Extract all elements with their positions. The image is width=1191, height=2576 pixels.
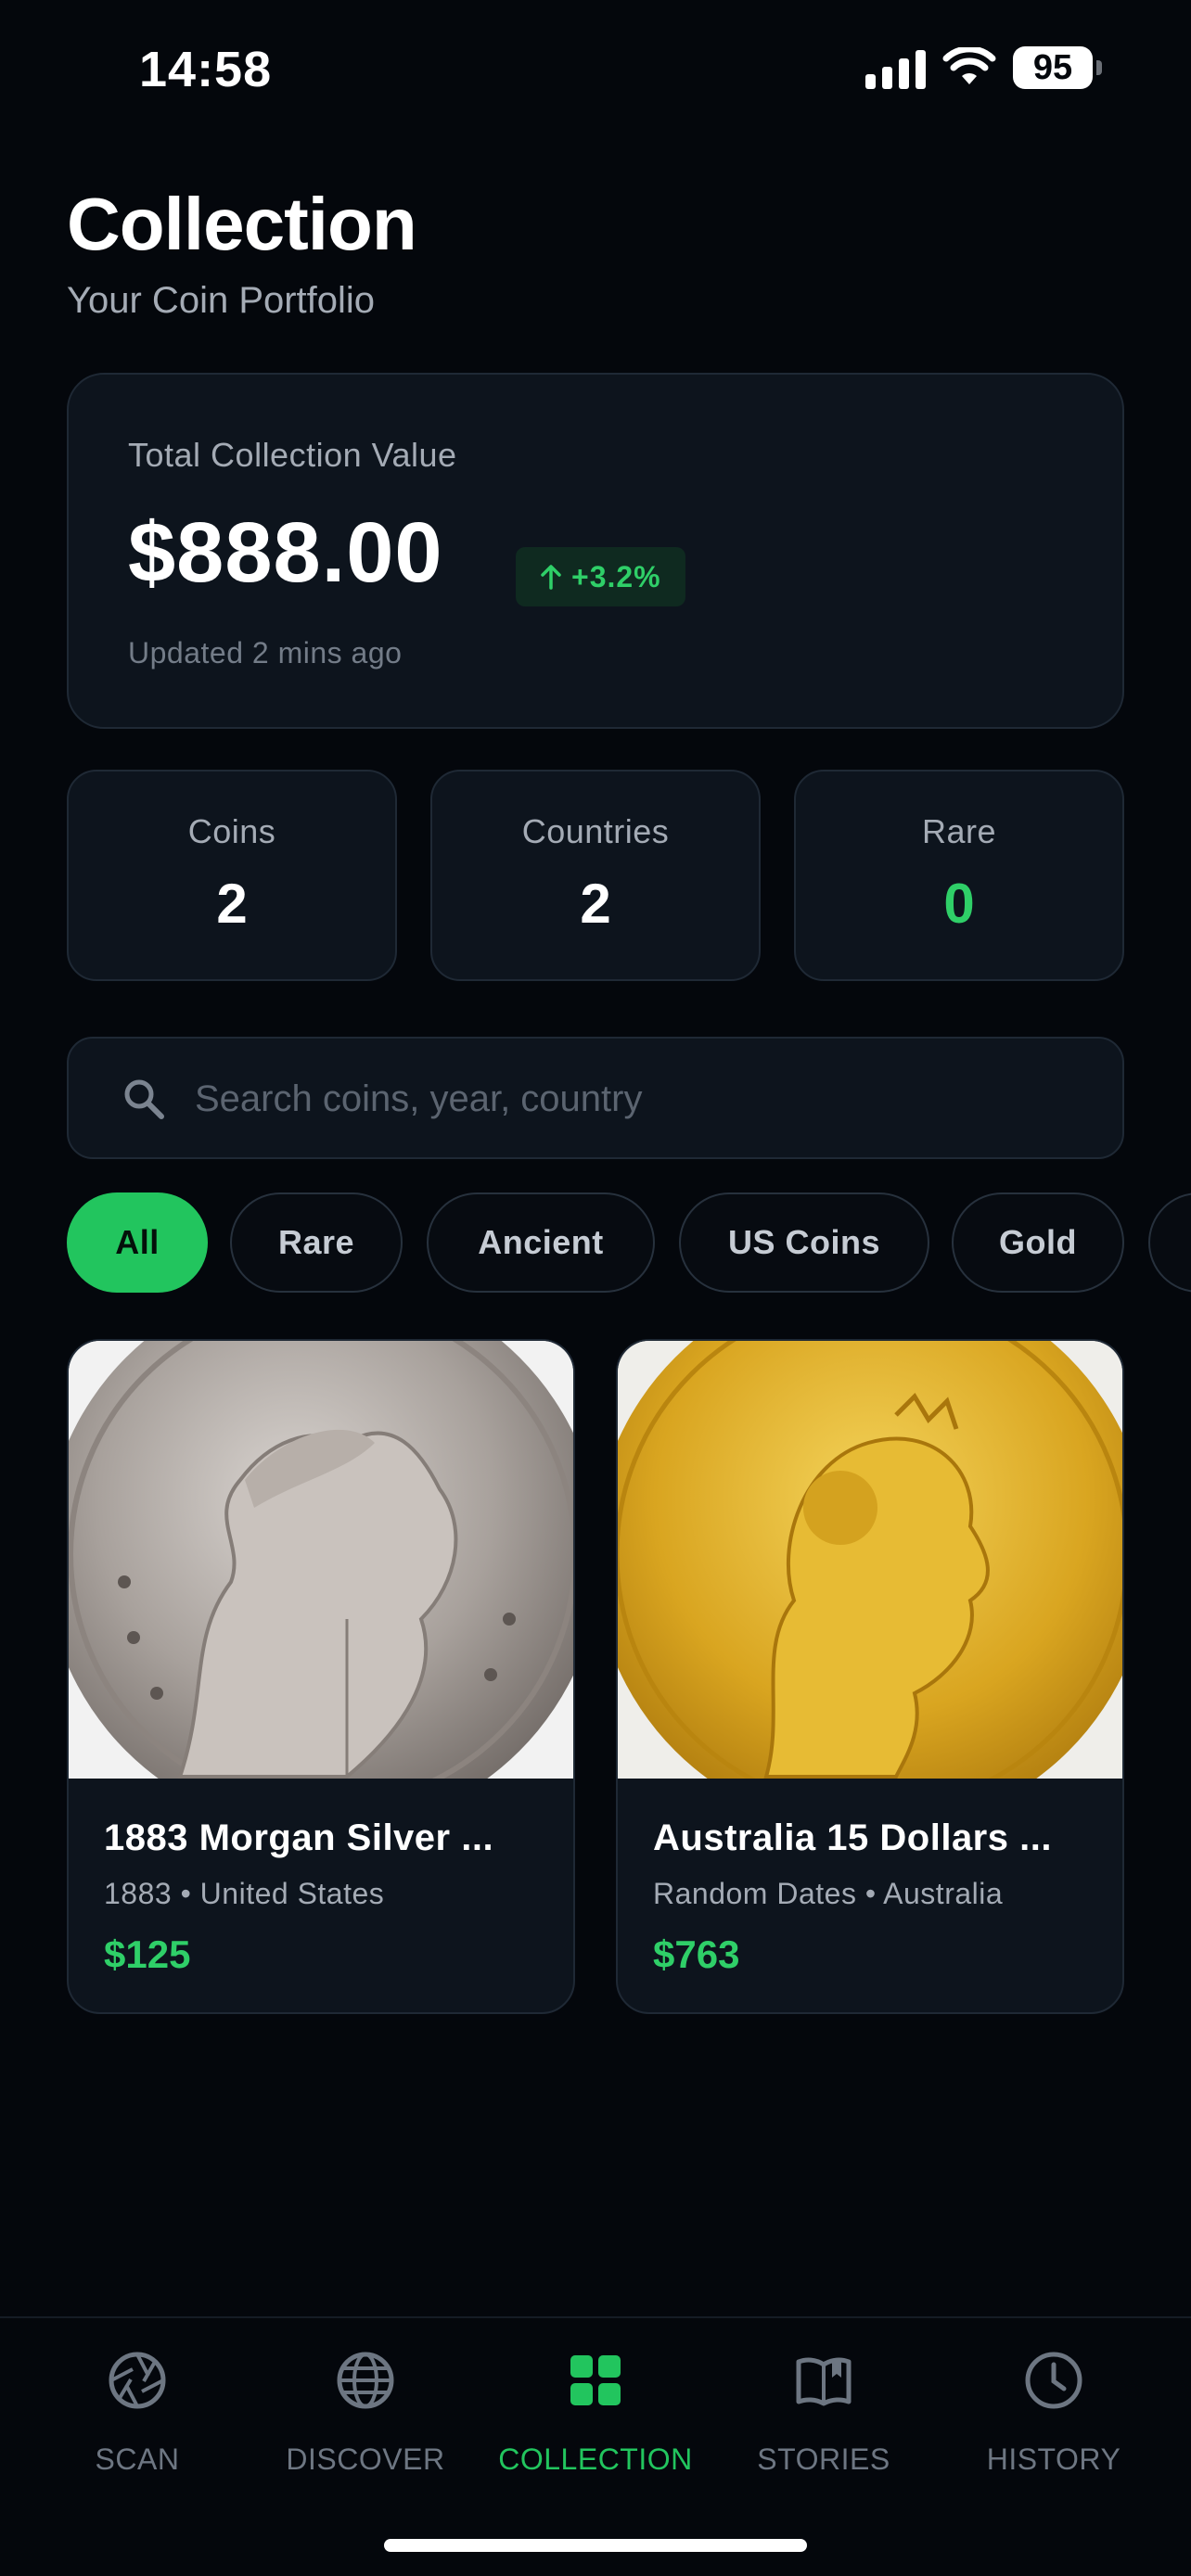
coin-card[interactable]: Australia 15 Dollars ... Random Dates • …: [616, 1339, 1124, 2014]
total-value-card: Total Collection Value $888.00 +3.2% Upd…: [67, 373, 1124, 729]
book-icon: [796, 2357, 852, 2406]
coin-meta: Random Dates • Australia: [653, 1877, 1004, 1910]
wifi-icon: [942, 47, 996, 84]
stat-value: 0: [943, 873, 975, 935]
camera-aperture-icon: [109, 2352, 166, 2409]
stat-value: 2: [216, 873, 248, 935]
search-icon: [124, 1079, 164, 1119]
stat-card-countries: Countries 2: [430, 770, 761, 981]
value-change-badge: +3.2%: [516, 547, 685, 606]
home-indicator[interactable]: [384, 2539, 807, 2552]
page-title: Collection: [67, 183, 417, 265]
status-bar: 14:58 95: [0, 0, 1191, 139]
coin-image-morgan-dollar: [69, 1341, 573, 1779]
coin-image-australia-gold: [618, 1341, 1122, 1779]
status-time: 14:58: [139, 42, 273, 97]
stat-label: Rare: [921, 812, 997, 850]
tab-label: STORIES: [757, 2442, 890, 2476]
tab-label: SCAN: [95, 2442, 180, 2476]
search-input[interactable]: [195, 1066, 1085, 1131]
tab-bar: SCAN DISCOVER COLLECTION STORIES HISTORY: [0, 2316, 1191, 2576]
page-subtitle: Your Coin Portfolio: [67, 280, 376, 321]
value-change-text: +3.2%: [571, 559, 661, 593]
filter-chip-us-coins[interactable]: US Coins: [679, 1192, 929, 1293]
total-value-amount: $888.00: [128, 505, 443, 600]
filter-chip-more[interactable]: [1148, 1192, 1191, 1293]
cellular-signal-icon: [865, 46, 926, 89]
coin-name: 1883 Morgan Silver ...: [104, 1817, 494, 1858]
grid-icon: [570, 2355, 621, 2405]
tab-label: DISCOVER: [286, 2442, 445, 2476]
battery-level: 95: [1013, 46, 1093, 89]
status-icons: 95: [865, 46, 1102, 89]
stat-label: Countries: [521, 812, 670, 850]
filter-chip-rare[interactable]: Rare: [230, 1192, 403, 1293]
arrow-up-icon: [541, 565, 561, 590]
stat-card-coins: Coins 2: [67, 770, 397, 981]
filter-chips: All Rare Ancient US Coins Gold: [67, 1192, 1191, 1294]
total-value-label: Total Collection Value: [128, 436, 457, 474]
coin-price: $763: [653, 1932, 740, 1976]
coin-meta: 1883 • United States: [104, 1877, 385, 1910]
stat-card-rare: Rare 0: [794, 770, 1124, 981]
filter-chip-gold[interactable]: Gold: [952, 1192, 1124, 1293]
tab-label: COLLECTION: [498, 2442, 693, 2476]
coin-card[interactable]: 1883 Morgan Silver ... 1883 • United Sta…: [67, 1339, 575, 2014]
value-updated-text: Updated 2 mins ago: [128, 636, 403, 670]
filter-chip-ancient[interactable]: Ancient: [427, 1192, 655, 1293]
battery-icon: 95: [1013, 46, 1102, 89]
tab-collection[interactable]: COLLECTION: [477, 2340, 714, 2498]
tab-stories[interactable]: STORIES: [705, 2340, 942, 2498]
stat-label: Coins: [187, 812, 276, 850]
clock-icon: [1025, 2352, 1082, 2409]
tab-label: HISTORY: [986, 2442, 1121, 2476]
tab-history[interactable]: HISTORY: [935, 2340, 1172, 2498]
stat-value: 2: [580, 873, 611, 935]
screen: 14:58 95 Collection Your Coin Portfolio …: [0, 0, 1191, 2576]
coin-name: Australia 15 Dollars ...: [653, 1817, 1052, 1858]
filter-chip-all[interactable]: All: [67, 1192, 208, 1293]
tab-discover[interactable]: DISCOVER: [247, 2340, 484, 2498]
coin-price: $125: [104, 1932, 191, 1976]
search-box[interactable]: [67, 1037, 1124, 1159]
tab-scan[interactable]: SCAN: [19, 2340, 256, 2498]
globe-icon: [337, 2352, 394, 2409]
